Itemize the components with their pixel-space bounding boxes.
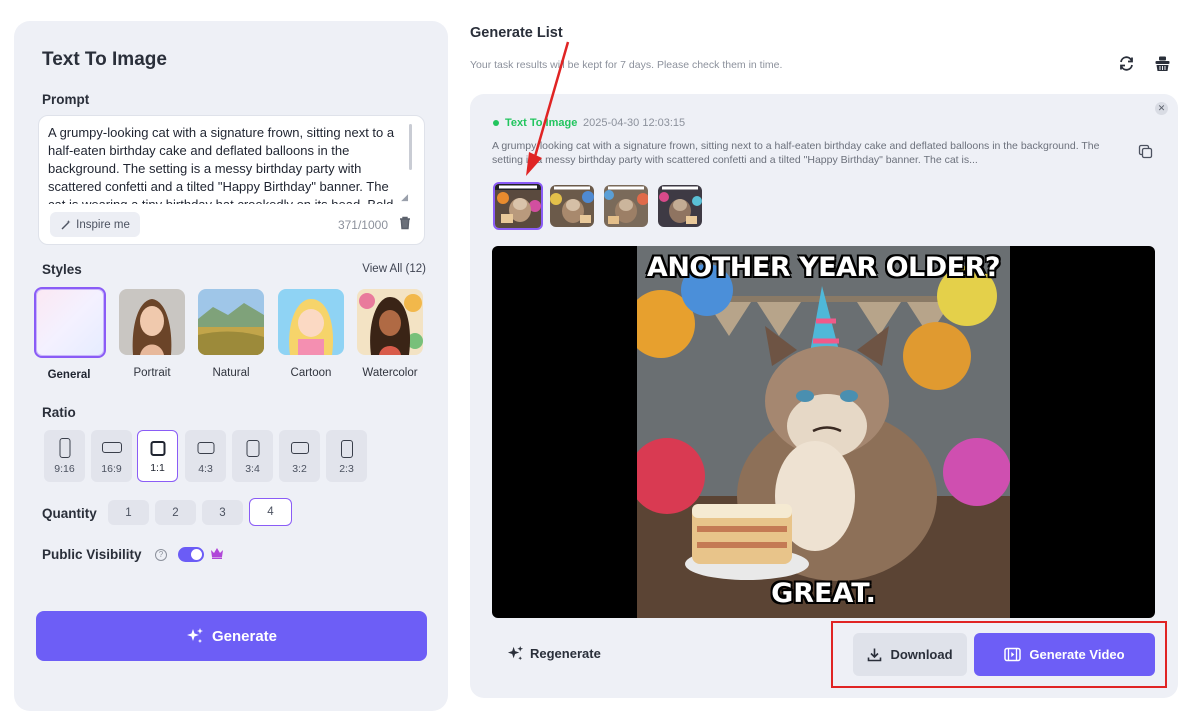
regenerate-label: Regenerate <box>530 646 601 661</box>
result-image-frame[interactable]: ANOTHER YEAR OLDER? GREAT. <box>492 246 1155 618</box>
style-portrait-thumb <box>119 289 185 355</box>
result-thumbnail[interactable] <box>493 182 543 230</box>
ratio-3-4[interactable]: 3:4 <box>232 430 273 482</box>
inspire-me-label: Inspire me <box>76 218 130 231</box>
panel-title: Text To Image <box>42 49 167 70</box>
clear-history-icon[interactable] <box>1154 55 1171 72</box>
generate-label: Generate <box>211 627 278 645</box>
ratio-label: Ratio <box>42 405 76 420</box>
view-all-styles-link[interactable]: View All (12) <box>362 263 426 275</box>
ratio-label-text: 2:3 <box>339 463 354 475</box>
style-portrait[interactable]: Portrait <box>119 289 185 379</box>
landscape-ratio-icon <box>290 442 309 454</box>
style-general-label: General <box>47 369 91 381</box>
task-timestamp: 2025-04-30 12:03:15 <box>583 117 686 129</box>
square-ratio-icon <box>150 441 165 456</box>
resize-handle-icon[interactable]: ◢ <box>401 192 408 203</box>
quantity-4-button[interactable]: 4 <box>249 498 292 526</box>
public-visibility-label: Public Visibility <box>42 547 142 562</box>
sparkle-icon <box>186 628 203 643</box>
ratio-label-text: 9:16 <box>54 463 75 475</box>
text-to-image-panel: Text To Image Prompt A grumpy-looking ca… <box>14 21 448 711</box>
style-watercolor-thumb <box>357 289 423 355</box>
ratio-label-text: 3:2 <box>292 463 307 475</box>
quantity-2-button[interactable]: 2 <box>155 500 196 525</box>
styles-label: Styles <box>42 262 82 277</box>
ratio-2-3[interactable]: 2:3 <box>326 430 367 482</box>
result-thumbnail[interactable] <box>550 185 594 227</box>
prompt-box[interactable]: A grumpy-looking cat with a signature fr… <box>38 115 425 245</box>
copy-icon[interactable] <box>1138 144 1153 159</box>
result-thumbnail[interactable] <box>604 185 648 227</box>
quantity-label: Quantity <box>42 506 97 521</box>
style-portrait-label: Portrait <box>133 367 171 379</box>
portrait-ratio-icon <box>340 440 353 458</box>
landscape-ratio-icon <box>101 442 122 453</box>
ratio-label-text: 1:1 <box>150 462 165 474</box>
ratio-label-text: 16:9 <box>101 463 122 475</box>
ratio-4-3[interactable]: 4:3 <box>185 430 226 482</box>
status-dot <box>493 120 499 126</box>
ratio-3-2[interactable]: 3:2 <box>279 430 320 482</box>
ratio-1-1[interactable]: 1:1 <box>137 430 178 482</box>
meme-caption-top: ANOTHER YEAR OLDER? <box>646 252 1001 283</box>
style-watercolor[interactable]: Watercolor <box>357 289 423 379</box>
result-thumbnail[interactable] <box>658 185 702 227</box>
help-icon[interactable]: ? <box>155 549 167 561</box>
character-count: 371/1000 <box>337 218 388 232</box>
style-natural-thumb <box>198 289 264 355</box>
prompt-textarea[interactable]: A grumpy-looking cat with a signature fr… <box>48 124 403 204</box>
style-watercolor-label: Watercolor <box>362 367 418 379</box>
style-cartoon[interactable]: Cartoon <box>278 289 344 379</box>
public-visibility-toggle[interactable] <box>178 547 204 562</box>
retention-notice: Your task results will be kept for 7 day… <box>470 59 783 71</box>
crown-icon <box>211 548 223 559</box>
ratio-9-16[interactable]: 9:16 <box>44 430 85 482</box>
ratio-label-text: 4:3 <box>198 463 213 475</box>
ratio-label-text: 3:4 <box>245 463 260 475</box>
task-prompt: A grumpy-looking cat with a signature fr… <box>492 140 1100 166</box>
annotation-arrow-icon <box>526 41 570 176</box>
portrait-ratio-icon <box>246 440 259 457</box>
prompt-scrollbar[interactable] <box>409 124 412 170</box>
meme-caption-bottom: GREAT. <box>771 578 876 609</box>
style-cartoon-thumb <box>278 289 344 355</box>
sparkle-icon <box>507 645 524 661</box>
style-general[interactable]: General <box>34 287 106 381</box>
close-icon[interactable]: ✕ <box>1155 102 1168 115</box>
style-general-thumb <box>34 287 106 358</box>
portrait-ratio-icon <box>59 438 70 458</box>
inspire-me-button[interactable]: Inspire me <box>50 212 140 237</box>
landscape-ratio-icon <box>197 442 214 454</box>
prompt-label: Prompt <box>42 92 90 107</box>
quantity-3-button[interactable]: 3 <box>202 500 243 525</box>
result-image[interactable]: ANOTHER YEAR OLDER? GREAT. <box>627 246 1011 618</box>
style-natural[interactable]: Natural <box>198 289 264 379</box>
annotation-highlight-box <box>831 621 1167 688</box>
style-cartoon-label: Cartoon <box>290 367 332 379</box>
ratio-16-9[interactable]: 16:9 <box>91 430 132 482</box>
refresh-icon[interactable] <box>1118 55 1135 72</box>
regenerate-button[interactable]: Regenerate <box>507 645 601 662</box>
magic-wand-icon <box>61 219 71 229</box>
style-natural-label: Natural <box>212 367 250 379</box>
trash-icon[interactable] <box>398 216 412 230</box>
generate-button[interactable]: Generate <box>36 611 427 661</box>
task-result-card: ✕ Text To Image 2025-04-30 12:03:15 A gr… <box>470 94 1178 698</box>
generate-list-title: Generate List <box>470 25 563 41</box>
quantity-1-button[interactable]: 1 <box>108 500 149 525</box>
